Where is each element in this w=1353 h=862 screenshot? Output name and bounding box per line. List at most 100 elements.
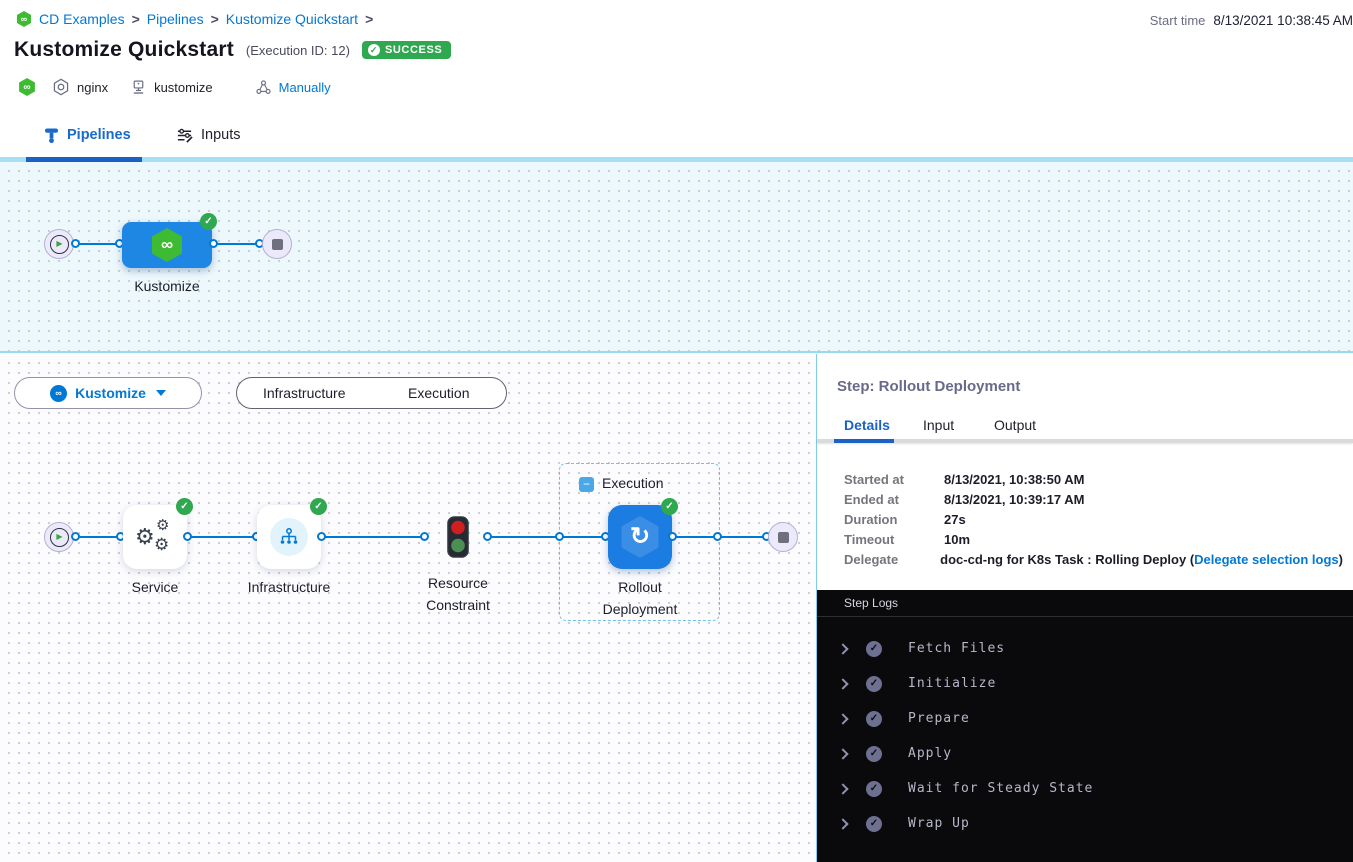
- breadcrumb-separator: >: [132, 11, 140, 27]
- start-time: Start time 8/13/2021 10:38:45 AM: [1150, 13, 1353, 28]
- tab-inputs[interactable]: Inputs: [176, 113, 241, 157]
- panel-tab-underline-active: [834, 439, 894, 443]
- breadcrumb-cd-examples[interactable]: CD Examples: [39, 11, 125, 27]
- delegate-selection-logs-link[interactable]: Delegate selection logs: [1194, 552, 1339, 567]
- detail-row: Timeout 10m: [844, 529, 1343, 549]
- breadcrumb-kustomize-quickstart[interactable]: Kustomize Quickstart: [226, 11, 358, 27]
- step-details-panel: Step: Rollout Deployment Details Input O…: [816, 354, 1353, 862]
- chevron-right-icon[interactable]: [837, 643, 848, 654]
- breadcrumb: ∞ CD Examples > Pipelines > Kustomize Qu…: [16, 11, 373, 27]
- harness-logo-icon: ∞: [16, 11, 32, 27]
- connector-dot: [209, 239, 218, 248]
- connector-line: [323, 536, 425, 538]
- harness-stage-icon: ∞: [50, 385, 67, 402]
- tab-details[interactable]: Details: [844, 417, 890, 433]
- step-node-infrastructure[interactable]: ✓: [257, 505, 321, 569]
- step-logs-panel: Step Logs ✓ Fetch Files ✓ Initialize ✓ P…: [817, 590, 1353, 862]
- chevron-down-icon: [156, 390, 166, 396]
- connector-dot: [317, 532, 326, 541]
- detail-row: Duration 27s: [844, 509, 1343, 529]
- toggle-execution[interactable]: Execution: [372, 385, 507, 401]
- stop-icon: [778, 532, 789, 543]
- infrastructure-icon: [270, 518, 308, 556]
- log-step-row[interactable]: ✓ Wait for Steady State: [817, 771, 1353, 806]
- connector-dot: [183, 532, 192, 541]
- connector-line: [490, 536, 607, 538]
- service-hexagon-icon: [52, 78, 70, 96]
- chevron-right-icon[interactable]: [837, 783, 848, 794]
- detail-label: Timeout: [844, 532, 944, 547]
- stage-tag: kustomize: [154, 80, 213, 95]
- log-step-row[interactable]: ✓ Apply: [817, 736, 1353, 771]
- page-header: ∞ CD Examples > Pipelines > Kustomize Qu…: [0, 0, 1353, 113]
- detail-row: Started at 8/13/2021, 10:38:50 AM: [844, 469, 1343, 489]
- harness-logo-icon: ∞: [18, 78, 36, 96]
- tab-output[interactable]: Output: [994, 417, 1036, 433]
- step-node-label: Rollout Deployment: [592, 576, 688, 620]
- trigger-tag[interactable]: Manually: [279, 80, 331, 95]
- chevron-right-icon[interactable]: [837, 713, 848, 724]
- tags-row: ∞ nginx kustomize Manually: [18, 78, 331, 96]
- detail-label: Duration: [844, 512, 944, 527]
- stage-node-kustomize[interactable]: ∞ ✓: [122, 222, 212, 268]
- success-check-icon: ✓: [200, 213, 217, 230]
- log-step-label: Wait for Steady State: [908, 781, 1093, 796]
- gears-icon: ⚙ ⚙ ⚙: [135, 518, 175, 556]
- detail-label: Started at: [844, 472, 944, 487]
- log-success-check-icon: ✓: [866, 676, 882, 692]
- start-time-value: 8/13/2021 10:38:45 AM: [1213, 13, 1353, 28]
- detail-rows: Started at 8/13/2021, 10:38:50 AM Ended …: [844, 469, 1343, 569]
- stage-end-node[interactable]: [768, 522, 798, 552]
- connector-dot: [668, 532, 677, 541]
- log-step-row[interactable]: ✓ Prepare: [817, 701, 1353, 736]
- tab-pipelines-label: Pipelines: [67, 127, 131, 143]
- log-success-check-icon: ✓: [866, 816, 882, 832]
- step-node-rollout-deployment[interactable]: ↻ ✓: [608, 505, 672, 569]
- chevron-right-icon[interactable]: [837, 818, 848, 829]
- breadcrumb-pipelines[interactable]: Pipelines: [147, 11, 204, 27]
- inputs-icon: [176, 127, 193, 144]
- detail-label: Delegate: [844, 552, 940, 567]
- step-panel-title: Step: Rollout Deployment: [837, 378, 1020, 395]
- collapse-minus-icon[interactable]: −: [579, 477, 594, 492]
- log-step-row[interactable]: ✓ Fetch Files: [817, 631, 1353, 666]
- detail-value: doc-cd-ng for K8s Task : Rolling Deploy …: [940, 552, 1343, 567]
- log-step-row[interactable]: ✓ Initialize: [817, 666, 1353, 701]
- step-node-label: Infrastructure: [230, 576, 348, 598]
- log-success-check-icon: ✓: [866, 781, 882, 797]
- log-step-label: Apply: [908, 746, 952, 761]
- execution-page: ∞ CD Examples > Pipelines > Kustomize Qu…: [0, 0, 1353, 862]
- harness-logo-icon: ∞: [150, 228, 184, 262]
- success-check-icon: ✓: [310, 498, 327, 515]
- play-icon: ▶: [50, 528, 69, 547]
- step-logs-title: Step Logs: [817, 590, 1353, 617]
- breadcrumb-separator: >: [211, 11, 219, 27]
- toggle-infrastructure[interactable]: Infrastructure: [237, 385, 372, 401]
- stage-start-node[interactable]: ▶: [44, 522, 74, 552]
- pipeline-end-node[interactable]: [262, 229, 292, 259]
- log-step-label: Initialize: [908, 676, 996, 691]
- chevron-right-icon[interactable]: [837, 748, 848, 759]
- connector-line: [189, 536, 257, 538]
- service-tag: nginx: [77, 80, 108, 95]
- tab-inputs-label: Inputs: [201, 127, 241, 143]
- step-node-resource-constraint[interactable]: [447, 516, 469, 563]
- detail-value: 8/13/2021, 10:39:17 AM: [944, 492, 1084, 507]
- step-node-service[interactable]: ⚙ ⚙ ⚙ ✓: [123, 505, 187, 569]
- stage-selector-label: Kustomize: [75, 385, 146, 401]
- pipeline-start-node[interactable]: ▶: [44, 229, 74, 259]
- stage-selector[interactable]: ∞ Kustomize: [14, 377, 202, 409]
- detail-value: 10m: [944, 532, 970, 547]
- log-step-row[interactable]: ✓ Wrap Up: [817, 806, 1353, 841]
- start-time-label: Start time: [1150, 13, 1206, 28]
- pipelines-icon: [44, 127, 59, 144]
- execution-id: (Execution ID: 12): [246, 43, 350, 58]
- log-success-check-icon: ✓: [866, 711, 882, 727]
- success-check-icon: ✓: [661, 498, 678, 515]
- detail-label: Ended at: [844, 492, 944, 507]
- tab-input[interactable]: Input: [923, 417, 954, 433]
- tab-pipelines[interactable]: Pipelines: [44, 113, 131, 157]
- success-check-icon: ✓: [176, 498, 193, 515]
- page-title: Kustomize Quickstart: [14, 38, 234, 62]
- chevron-right-icon[interactable]: [837, 678, 848, 689]
